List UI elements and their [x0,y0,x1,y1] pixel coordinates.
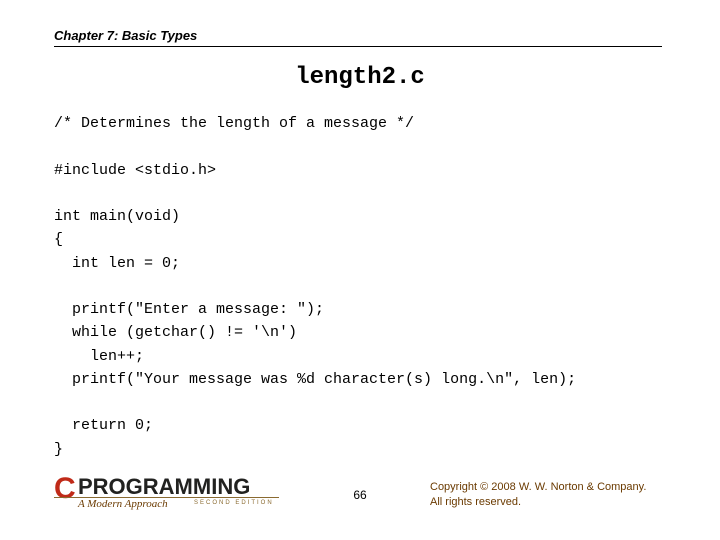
copyright-line-1: Copyright © 2008 W. W. Norton & Company. [430,481,646,493]
copyright-notice: Copyright © 2008 W. W. Norton & Company.… [430,480,646,510]
book-logo: C PROGRAMMING A Modern Approach SECOND E… [54,476,279,514]
chapter-heading: Chapter 7: Basic Types [54,28,197,43]
copyright-line-2: All rights reserved. [430,496,521,508]
logo-c-letter: C [54,472,75,506]
heading-underline [54,46,662,47]
logo-subtitle: A Modern Approach [78,498,168,510]
slide-title: length2.c [0,64,720,91]
logo-edition: SECOND EDITION [194,500,274,506]
code-listing: /* Determines the length of a message */… [54,112,576,461]
